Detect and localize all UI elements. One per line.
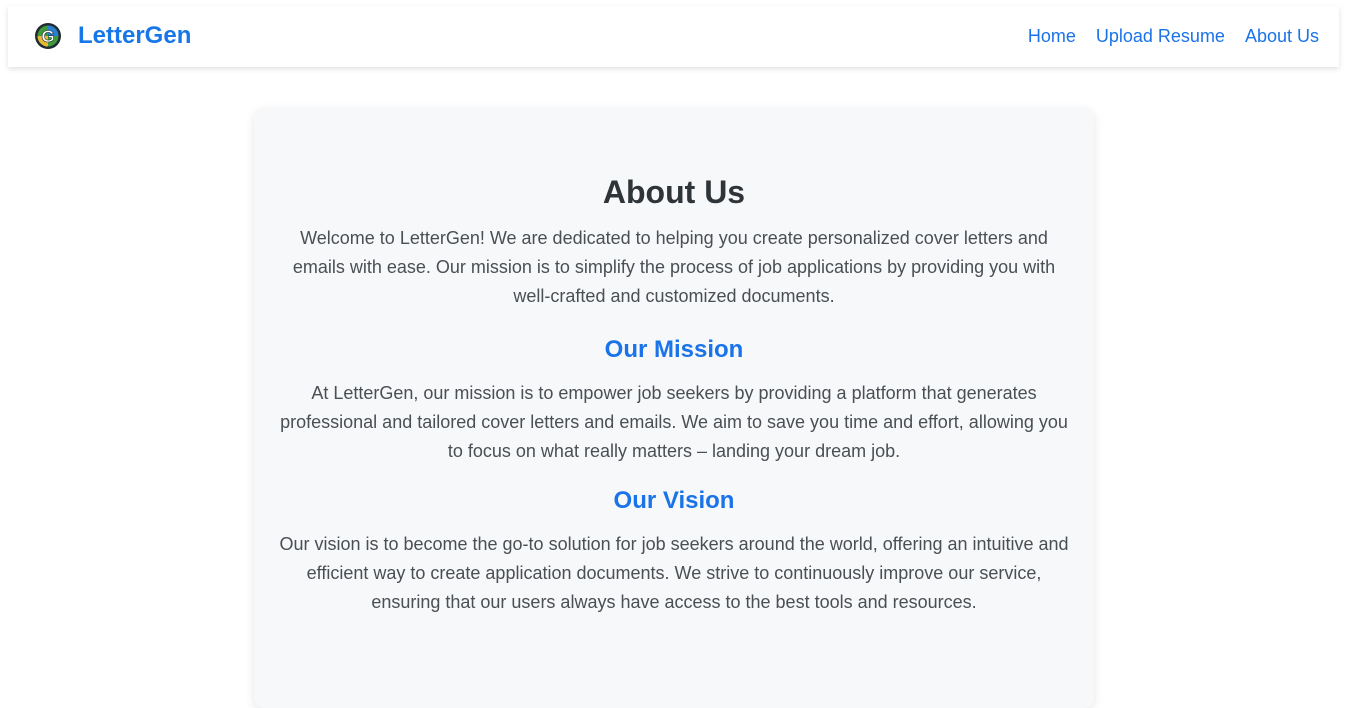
top-navbar: G LetterGen Home Upload Resume About Us (8, 6, 1339, 67)
nav-link-upload-resume[interactable]: Upload Resume (1096, 25, 1225, 47)
mission-heading: Our Mission (604, 336, 744, 363)
about-card: About Us Welcome to LetterGen! We are de… (254, 108, 1094, 708)
vision-heading: Our Vision (613, 487, 735, 514)
svg-text:G: G (41, 27, 54, 46)
brand-home-link[interactable]: G LetterGen (34, 22, 191, 50)
nav-link-home[interactable]: Home (1028, 25, 1076, 47)
intro-paragraph: Welcome to LetterGen! We are dedicated t… (292, 228, 1056, 306)
page-title: About Us (602, 174, 746, 210)
nav-link-about-us[interactable]: About Us (1245, 25, 1319, 47)
mission-paragraph: At LetterGen, our mission is to empower … (280, 383, 1068, 461)
lettergen-g-logo-icon: G (35, 23, 61, 49)
brand-name: LetterGen (78, 22, 192, 49)
nav-links: Home Upload Resume About Us (1028, 25, 1319, 47)
vision-paragraph: Our vision is to become the go-to soluti… (279, 534, 1069, 612)
